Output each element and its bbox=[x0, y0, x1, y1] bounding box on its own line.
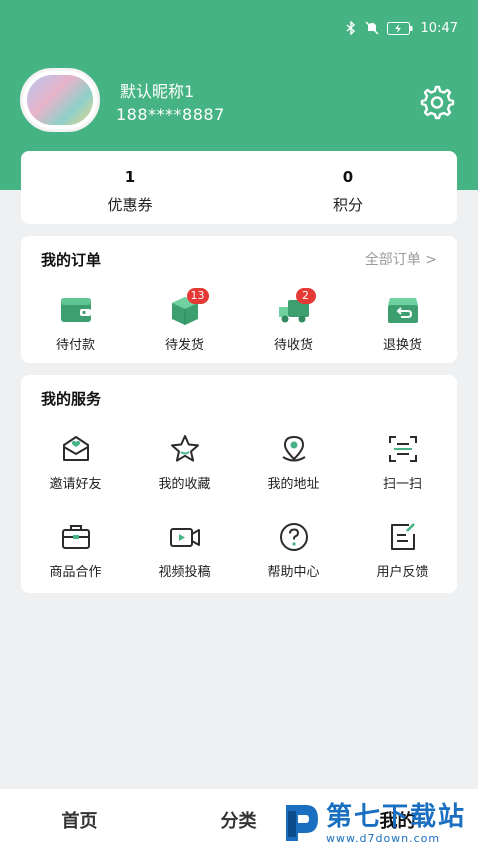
briefcase-icon bbox=[61, 525, 90, 549]
order-returns[interactable]: 退换货 bbox=[348, 294, 457, 353]
stat-value: 1 bbox=[124, 168, 136, 186]
avatar-image bbox=[27, 75, 93, 125]
package-icon-wrap: 13 bbox=[169, 288, 209, 326]
phone-number: 188****8887 bbox=[116, 105, 225, 124]
bluetooth-icon bbox=[346, 21, 355, 35]
order-badge: 2 bbox=[295, 288, 316, 304]
watermark-text: 第七下载站 www.d7down.com bbox=[326, 802, 466, 845]
service-label: 邀请好友 bbox=[49, 477, 102, 492]
order-pending-receipt[interactable]: 2 待收货 bbox=[239, 288, 348, 353]
invite-mail-icon bbox=[62, 436, 89, 461]
watermark-logo-icon bbox=[286, 805, 318, 841]
stats-card: 1 优惠券 0 积分 bbox=[21, 151, 457, 224]
mute-icon bbox=[365, 21, 379, 35]
service-label: 扫一扫 bbox=[382, 477, 422, 492]
location-pin-icon bbox=[281, 435, 306, 462]
stat-points[interactable]: 0 积分 bbox=[239, 151, 457, 224]
stat-coupons[interactable]: 1 优惠券 bbox=[21, 151, 239, 224]
nickname[interactable]: 默认昵称1 bbox=[120, 78, 194, 102]
order-label: 待收货 bbox=[273, 338, 313, 353]
tab-home[interactable]: 首页 bbox=[0, 807, 159, 833]
services-card: 我的服务 邀请好友 我的收藏 我的地址 扫一扫 商品合作 视频投稿 帮助中心 用… bbox=[21, 375, 457, 593]
services-row-2: 商品合作 视频投稿 帮助中心 用户反馈 bbox=[21, 521, 457, 580]
service-address[interactable]: 我的地址 bbox=[239, 433, 348, 492]
service-label: 我的地址 bbox=[267, 477, 320, 492]
stat-label: 积分 bbox=[332, 196, 363, 214]
orders-card: 我的订单 全部订单 > 待付款 13 待发货 2 待收货 退换货 bbox=[21, 236, 457, 363]
battery-icon bbox=[386, 21, 413, 35]
status-time: 10:47 bbox=[420, 20, 458, 36]
watermark-title: 第七下载站 bbox=[326, 801, 467, 832]
service-invite-friends[interactable]: 邀请好友 bbox=[21, 433, 130, 492]
service-favorites[interactable]: 我的收藏 bbox=[130, 433, 239, 492]
service-help-center[interactable]: 帮助中心 bbox=[239, 521, 348, 580]
all-orders-link[interactable]: 全部订单 > bbox=[365, 249, 437, 269]
orders-title: 我的订单 bbox=[41, 251, 102, 269]
order-badge: 13 bbox=[186, 288, 209, 304]
service-label: 视频投稿 bbox=[158, 565, 211, 580]
star-icon bbox=[170, 435, 199, 462]
service-partnership[interactable]: 商品合作 bbox=[21, 521, 130, 580]
scan-icon bbox=[388, 436, 417, 462]
status-bar: 10:47 bbox=[345, 18, 458, 38]
help-circle-icon bbox=[279, 523, 308, 551]
watermark-url: www.d7down.com bbox=[326, 831, 441, 845]
service-label: 用户反馈 bbox=[376, 565, 429, 580]
services-title: 我的服务 bbox=[41, 390, 102, 408]
avatar[interactable] bbox=[20, 68, 100, 132]
service-feedback[interactable]: 用户反馈 bbox=[348, 521, 457, 580]
order-label: 待发货 bbox=[164, 338, 204, 353]
feedback-edit-icon bbox=[390, 523, 415, 550]
service-scan[interactable]: 扫一扫 bbox=[348, 433, 457, 492]
stat-value: 0 bbox=[342, 168, 354, 186]
stat-label: 优惠券 bbox=[107, 196, 153, 214]
return-box-icon bbox=[387, 298, 418, 323]
truck-icon-wrap: 2 bbox=[278, 288, 316, 326]
order-label: 待付款 bbox=[55, 338, 95, 353]
order-label: 退换货 bbox=[382, 338, 422, 353]
watermark: 第七下载站 www.d7down.com bbox=[282, 798, 478, 848]
wallet-icon bbox=[60, 298, 91, 322]
gear-icon[interactable] bbox=[416, 82, 456, 122]
order-pending-shipment[interactable]: 13 待发货 bbox=[130, 288, 239, 353]
orders-row: 待付款 13 待发货 2 待收货 退换货 bbox=[21, 288, 457, 353]
service-label: 商品合作 bbox=[49, 565, 102, 580]
service-label: 我的收藏 bbox=[158, 477, 211, 492]
order-pending-payment[interactable]: 待付款 bbox=[21, 294, 130, 353]
video-camera-icon bbox=[169, 528, 200, 547]
service-label: 帮助中心 bbox=[267, 565, 320, 580]
service-video-submission[interactable]: 视频投稿 bbox=[130, 521, 239, 580]
services-row-1: 邀请好友 我的收藏 我的地址 扫一扫 bbox=[21, 433, 457, 492]
